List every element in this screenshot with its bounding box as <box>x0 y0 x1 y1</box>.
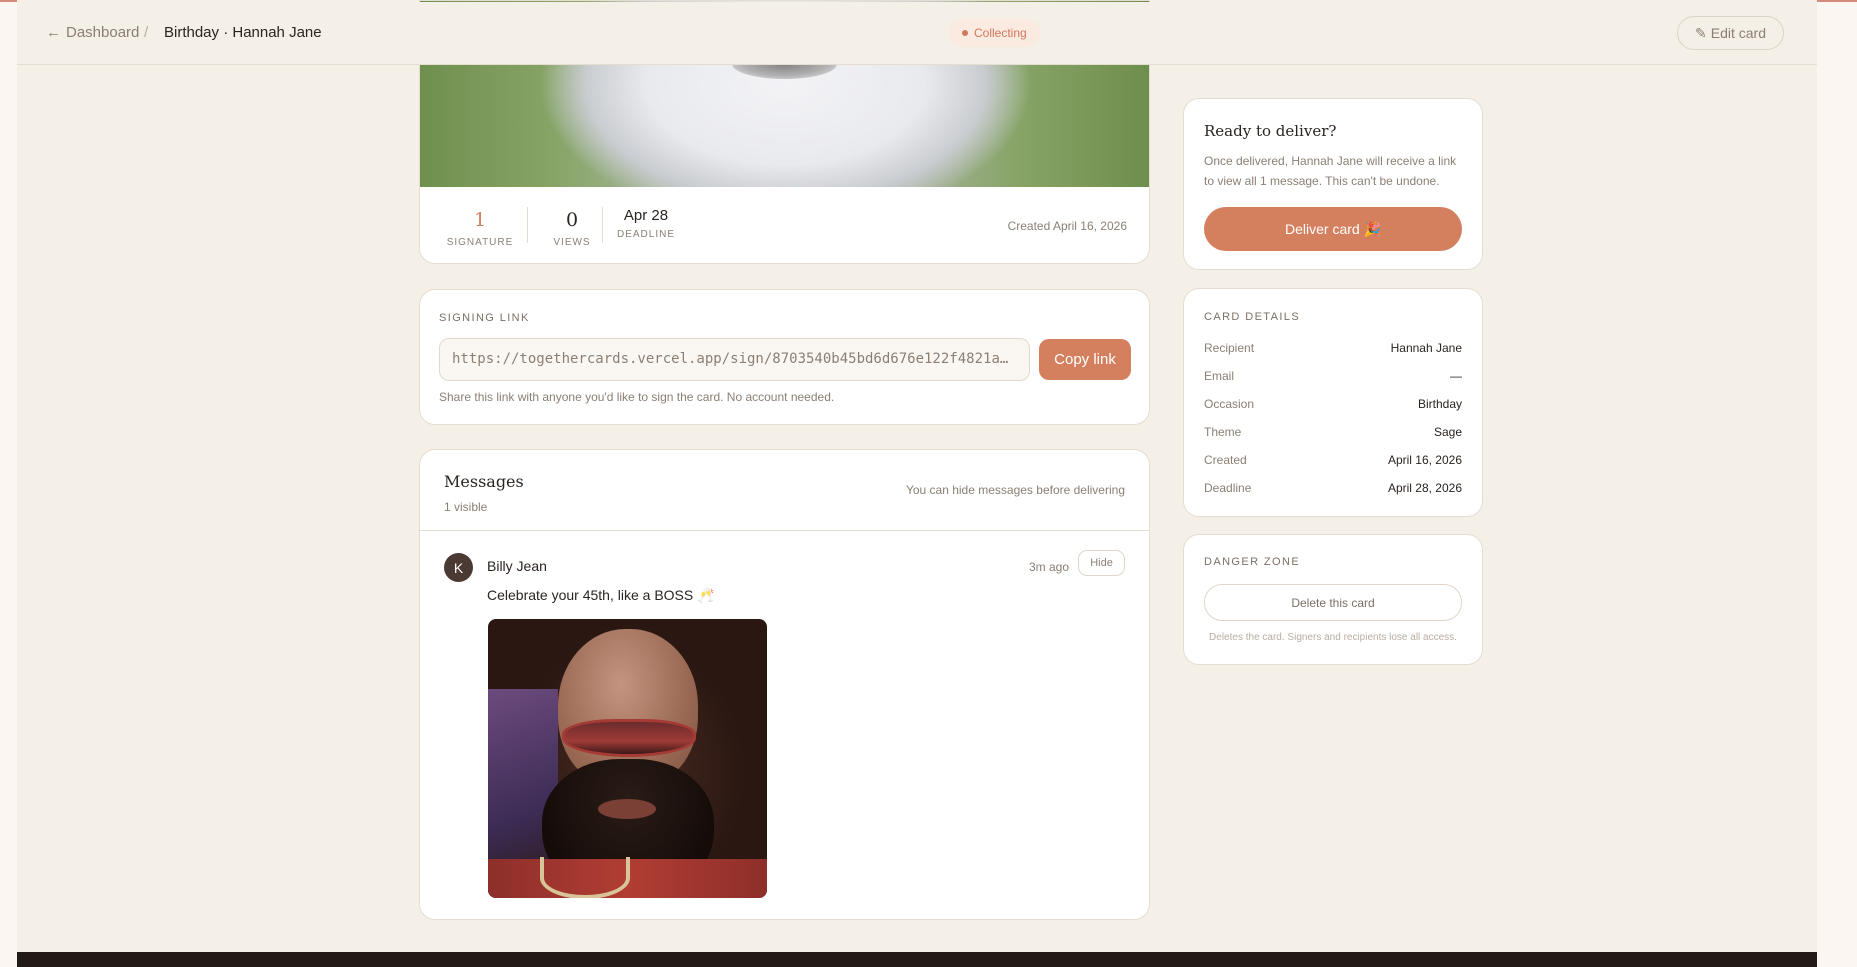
stat-divider <box>602 207 603 243</box>
message-text: Celebrate your 45th, like a BOSS 🥂 <box>487 587 715 603</box>
views-label: Views <box>553 237 591 248</box>
status-label: Collecting <box>974 26 1027 40</box>
arrow-left-icon: ← <box>46 24 61 41</box>
signing-link-hint: Share this link with anyone you'd like t… <box>439 390 835 404</box>
detail-row-theme: Theme Sage <box>1204 425 1462 439</box>
messages-card: Messages 1 visible You can hide messages… <box>419 449 1150 920</box>
breadcrumb-separator: / <box>144 24 149 41</box>
deliver-card: Ready to deliver? Once delivered, Hannah… <box>1183 98 1483 270</box>
card-details-label: Card details <box>1204 311 1301 323</box>
deliver-description: Once delivered, Hannah Jane will receive… <box>1204 154 1457 188</box>
page-title: Birthday · Hannah Jane <box>164 24 322 41</box>
message-photo[interactable] <box>488 619 767 898</box>
messages-count: 1 visible <box>444 500 488 514</box>
signature-label: Signature <box>446 237 514 248</box>
created-date: Created April 16, 2026 <box>1007 219 1127 233</box>
status-badge: Collecting <box>949 19 1040 47</box>
status-dot-icon <box>962 30 968 36</box>
hide-message-button[interactable]: Hide <box>1078 550 1125 576</box>
card-details-card: Card details Recipient Hannah Jane Email… <box>1183 288 1483 517</box>
signing-link-label: Signing link <box>439 312 530 324</box>
message-time: 3m ago <box>1028 560 1069 574</box>
messages-note: You can hide messages before delivering <box>905 483 1125 497</box>
copy-link-button[interactable]: Copy link <box>1039 339 1131 380</box>
detail-row-recipient: Recipient Hannah Jane <box>1204 341 1462 355</box>
messages-title: Messages <box>444 472 524 491</box>
danger-zone-card: Danger zone Delete this card Deletes the… <box>1183 534 1483 665</box>
back-label: Dashboard <box>66 24 140 41</box>
stat-views: 0 Views <box>542 209 602 248</box>
deadline-label: Deadline <box>616 229 675 240</box>
divider <box>420 530 1149 531</box>
signing-link-input[interactable]: https://togethercards.vercel.app/sign/87… <box>439 338 1030 381</box>
detail-row-email: Email — <box>1204 369 1462 383</box>
deliver-card-button[interactable]: Deliver card 🎉 <box>1204 207 1462 251</box>
edit-card-button[interactable]: ✎ Edit card <box>1677 16 1784 50</box>
message-author: Billy Jean <box>487 558 547 574</box>
danger-zone-label: Danger zone <box>1204 556 1301 568</box>
pencil-icon: ✎ <box>1695 24 1707 41</box>
deadline-value: Apr 28 <box>623 207 669 224</box>
deliver-title: Ready to deliver? <box>1204 122 1337 140</box>
avatar: K <box>444 553 473 582</box>
page-container: 1 Signature 0 Views Apr 28 Deadline Crea… <box>17 0 1817 967</box>
stat-divider <box>527 207 528 243</box>
detail-row-deadline: Deadline April 28, 2026 <box>1204 481 1462 495</box>
stat-signatures: 1 Signature <box>442 209 518 248</box>
view-count: 0 <box>565 209 579 231</box>
top-bar: ← Dashboard / Birthday · Hannah Jane Col… <box>17 2 1817 65</box>
stat-deadline: Apr 28 Deadline <box>614 207 678 240</box>
signature-count: 1 <box>473 209 487 231</box>
detail-row-occasion: Occasion Birthday <box>1204 397 1462 411</box>
back-to-dashboard-link[interactable]: ← Dashboard <box>46 24 139 41</box>
signing-link-card: Signing link https://togethercards.verce… <box>419 289 1150 425</box>
detail-row-created: Created April 16, 2026 <box>1204 453 1462 467</box>
delete-card-button[interactable]: Delete this card <box>1204 584 1462 621</box>
danger-zone-note: Deletes the card. Signers and recipients… <box>1209 632 1457 643</box>
edit-label: Edit card <box>1710 25 1766 41</box>
footer <box>17 952 1817 967</box>
stats-bar: 1 Signature 0 Views Apr 28 Deadline Crea… <box>420 187 1149 263</box>
